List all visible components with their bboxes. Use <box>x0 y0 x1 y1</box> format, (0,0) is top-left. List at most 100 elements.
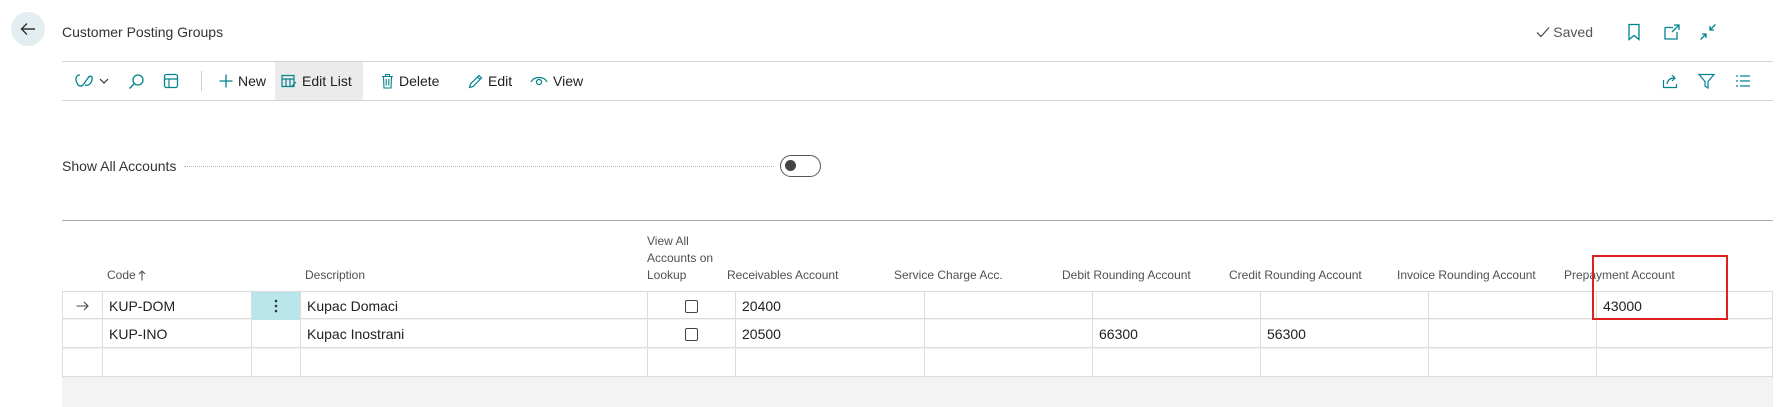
cell-receivables[interactable]: 20500 <box>736 320 925 348</box>
column-header-code[interactable]: Code <box>107 267 146 284</box>
cell-view-all[interactable] <box>648 320 736 348</box>
cell-debit-rounding[interactable] <box>1093 349 1261 377</box>
view-all-line-2: Accounts on <box>647 251 714 265</box>
cell-description[interactable] <box>301 349 648 377</box>
edit-list-label: Edit List <box>302 73 352 89</box>
new-button[interactable]: New <box>213 62 272 100</box>
page-title: Customer Posting Groups <box>62 24 224 40</box>
filter-button[interactable] <box>1692 62 1721 100</box>
cell-debit-rounding[interactable] <box>1093 292 1261 320</box>
cell-receivables[interactable]: 20400 <box>736 292 925 320</box>
table-row[interactable]: KUP-INO Kupac Inostrani 20500 66300 5630… <box>62 320 1773 348</box>
table-row-empty[interactable] <box>62 349 1773 377</box>
toggle-knob <box>785 160 796 171</box>
cell-service-charge[interactable] <box>925 292 1093 320</box>
cell-view-all[interactable] <box>648 292 736 320</box>
prepayment-column-highlight <box>1592 255 1728 320</box>
row-indicator <box>62 320 103 348</box>
cell-service-charge[interactable] <box>925 349 1093 377</box>
checkmark-icon <box>1536 27 1550 38</box>
show-all-accounts-toggle[interactable] <box>780 155 821 177</box>
bookmark-icon[interactable] <box>1624 22 1644 42</box>
cell-debit-rounding[interactable]: 66300 <box>1093 320 1261 348</box>
table-row[interactable]: KUP-DOM Kupac Domaci 20400 43000 <box>62 291 1773 320</box>
table-view-icon <box>163 73 179 89</box>
edit-label: Edit <box>488 73 513 89</box>
column-header-receivables[interactable]: Receivables Account <box>727 267 838 284</box>
row-actions-cell[interactable] <box>252 349 301 377</box>
cell-credit-rounding[interactable] <box>1261 349 1429 377</box>
cell-invoice-rounding[interactable] <box>1429 349 1597 377</box>
trash-icon <box>382 73 393 89</box>
cell-view-all[interactable] <box>648 349 736 377</box>
table-left-border <box>62 291 63 378</box>
search-button[interactable] <box>122 62 151 100</box>
saved-status: Saved <box>1536 24 1593 40</box>
column-header-service-charge[interactable]: Service Charge Acc. <box>894 267 1003 284</box>
list-table: Code Description View All Accounts on Lo… <box>62 221 1773 407</box>
cell-invoice-rounding[interactable] <box>1429 292 1597 320</box>
column-header-view-all[interactable]: View All Accounts on Lookup <box>647 233 727 284</box>
cell-description[interactable]: Kupac Domaci <box>301 292 648 320</box>
copilot-icon <box>75 74 93 87</box>
edit-button[interactable]: Edit <box>462 62 518 100</box>
open-new-window-icon[interactable] <box>1662 22 1682 42</box>
cell-prepayment[interactable] <box>1597 349 1773 377</box>
column-header-invoice-rounding[interactable]: Invoice Rounding Account <box>1397 267 1536 284</box>
share-icon <box>1662 74 1678 89</box>
delete-label: Delete <box>399 73 440 89</box>
column-header-description[interactable]: Description <box>305 267 365 284</box>
arrow-left-icon <box>20 23 35 35</box>
eye-icon <box>530 76 548 86</box>
view-all-line-1: View All <box>647 234 689 248</box>
cell-invoice-rounding[interactable] <box>1429 320 1597 348</box>
toolbar-divider <box>62 100 1773 101</box>
view-label: View <box>553 73 584 89</box>
new-label: New <box>238 73 267 89</box>
search-icon <box>129 73 144 89</box>
row-actions-button[interactable] <box>252 292 301 320</box>
edit-list-icon <box>281 74 297 87</box>
cell-prepayment[interactable] <box>1597 320 1773 348</box>
field-dots <box>184 166 774 167</box>
row-actions-cell[interactable] <box>252 320 301 348</box>
column-header-debit-rounding[interactable]: Debit Rounding Account <box>1062 267 1191 284</box>
cell-code[interactable]: KUP-DOM <box>103 292 252 320</box>
column-header-code-label: Code <box>107 268 136 282</box>
table-header: Code Description View All Accounts on Lo… <box>62 221 1773 291</box>
cell-code[interactable] <box>103 349 252 377</box>
analysis-mode-button[interactable] <box>157 62 185 100</box>
toolbar-separator <box>201 71 202 91</box>
delete-button[interactable]: Delete <box>375 62 445 100</box>
sort-ascending-icon <box>138 270 146 281</box>
copilot-menu-button[interactable] <box>68 62 115 100</box>
cell-code[interactable]: KUP-INO <box>103 320 252 348</box>
cell-description[interactable]: Kupac Inostrani <box>301 320 648 348</box>
cell-credit-rounding[interactable] <box>1261 292 1429 320</box>
list-layout-button[interactable] <box>1729 62 1757 100</box>
action-toolbar: New Edit List Delete Edit View <box>62 62 1773 100</box>
current-row-indicator <box>62 292 103 320</box>
filter-icon <box>1698 73 1715 89</box>
pencil-icon <box>468 74 483 88</box>
cell-service-charge[interactable] <box>925 320 1093 348</box>
share-button[interactable] <box>1656 62 1685 100</box>
saved-label: Saved <box>1553 24 1593 40</box>
plus-icon <box>219 74 233 88</box>
cell-credit-rounding[interactable]: 56300 <box>1261 320 1429 348</box>
collapse-icon[interactable] <box>1698 22 1718 42</box>
column-header-credit-rounding[interactable]: Credit Rounding Account <box>1229 267 1362 284</box>
more-vertical-icon <box>274 299 278 313</box>
arrow-right-icon <box>76 301 89 311</box>
view-all-checkbox[interactable] <box>685 299 698 313</box>
view-button[interactable]: View <box>524 62 589 100</box>
row-indicator <box>62 349 103 377</box>
back-button[interactable] <box>11 12 45 46</box>
edit-list-button[interactable]: Edit List <box>275 62 363 100</box>
view-all-line-3: Lookup <box>647 268 687 282</box>
view-all-checkbox[interactable] <box>685 327 698 341</box>
cell-receivables[interactable] <box>736 349 925 377</box>
chevron-down-icon <box>99 78 109 84</box>
table-right-border <box>1772 291 1773 378</box>
show-all-accounts-label: Show All Accounts <box>62 158 177 174</box>
